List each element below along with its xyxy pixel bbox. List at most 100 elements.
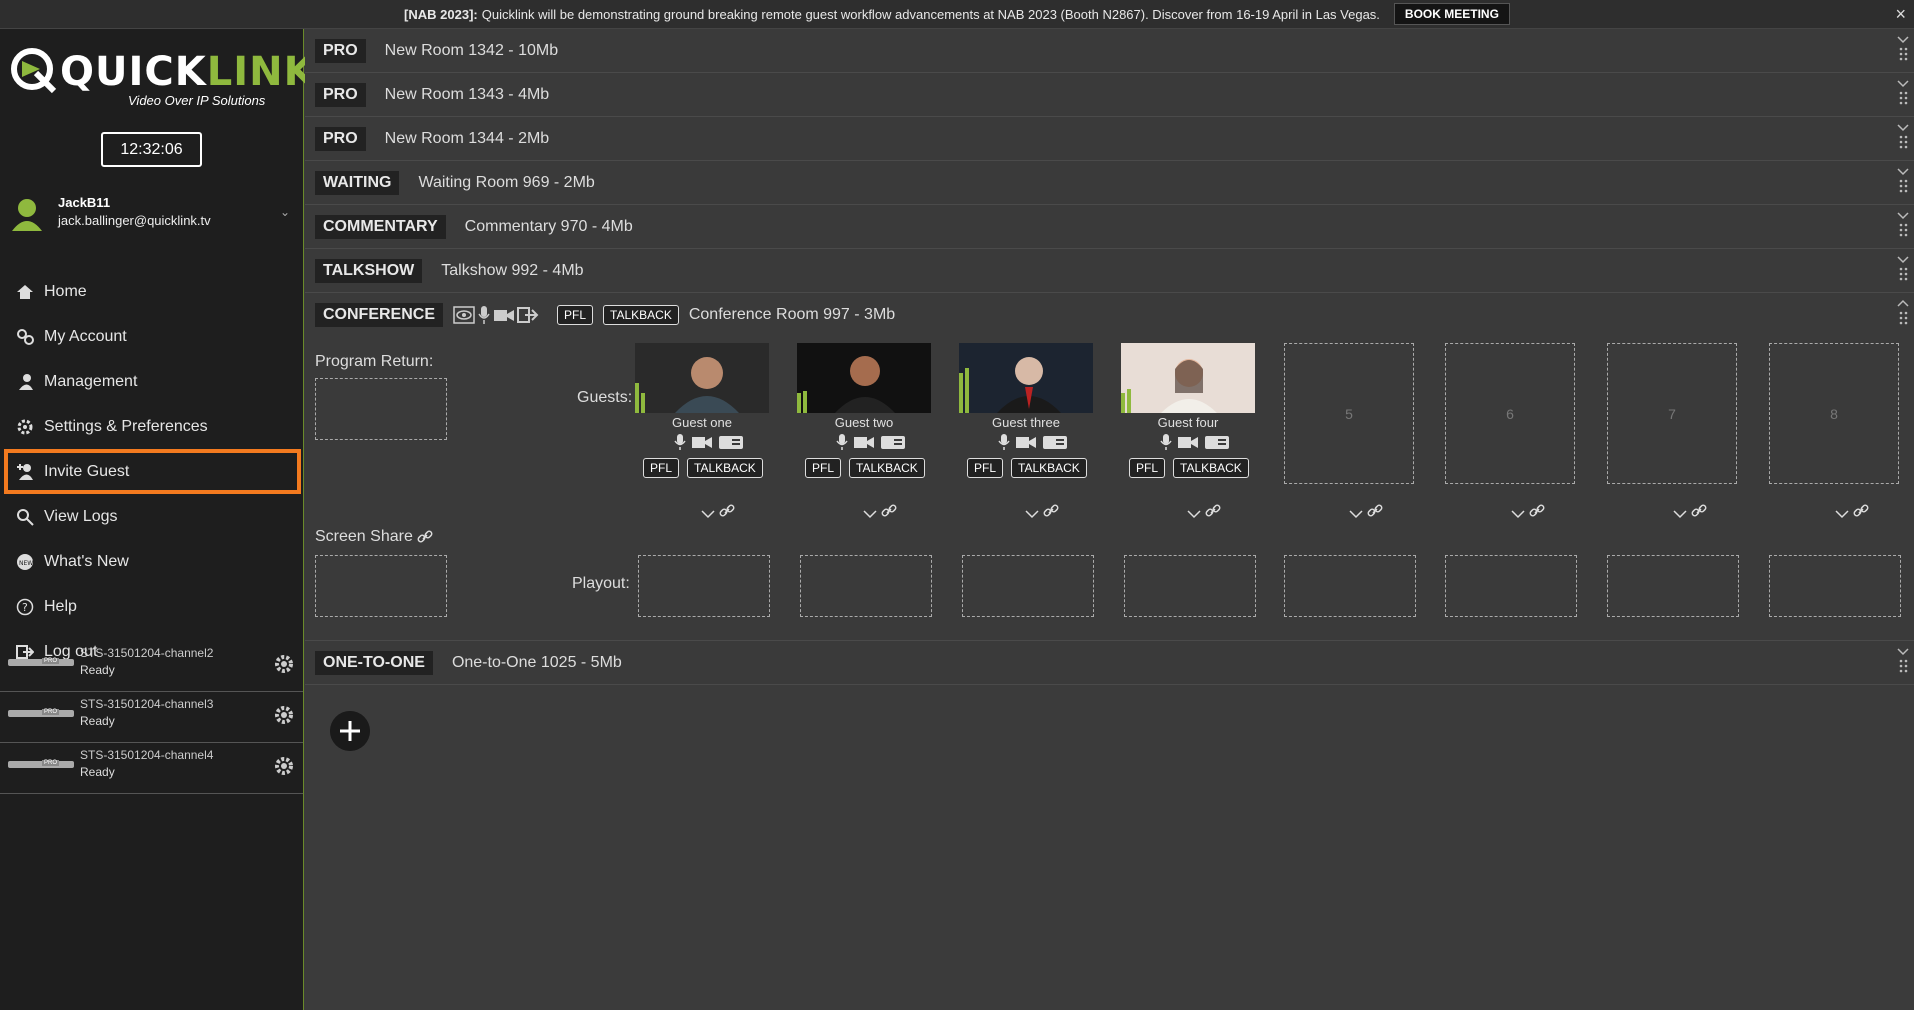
link-icon[interactable]: [719, 503, 735, 519]
expand-chevron-icon[interactable]: [1896, 253, 1910, 289]
user-profile[interactable]: JackB11 jack.ballinger@quicklink.tv ⌄: [10, 195, 295, 239]
room-type-badge: WAITING: [315, 170, 400, 195]
expand-chevron-icon[interactable]: [1896, 77, 1910, 113]
eye-icon[interactable]: [453, 305, 475, 325]
channel-level-bar: PRO: [8, 760, 74, 768]
sidebar-item-help[interactable]: ? Help: [0, 584, 303, 629]
channel-row[interactable]: PRO STS-31501204-channel4 Ready: [0, 743, 303, 794]
book-meeting-button[interactable]: BOOK MEETING: [1393, 3, 1510, 25]
pfl-button[interactable]: PFL: [557, 305, 594, 325]
microphone-icon[interactable]: [1159, 433, 1173, 451]
conference-header[interactable]: CONFERENCE PFL TALKBACK Conference Room …: [305, 293, 1914, 337]
link-icon[interactable]: [1853, 503, 1869, 519]
empty-guest-slot[interactable]: 6: [1445, 343, 1575, 484]
camera-icon[interactable]: [493, 305, 515, 325]
sidebar-item-invite-guest[interactable]: Invite Guest: [4, 449, 301, 494]
microphone-icon[interactable]: [835, 433, 849, 451]
guest-video[interactable]: [635, 343, 769, 413]
room-row[interactable]: ONE-TO-ONE One-to-One 1025 - 5Mb: [305, 641, 1914, 685]
playout-slot[interactable]: [1607, 555, 1739, 617]
microphone-icon[interactable]: [477, 305, 491, 325]
playout-slot[interactable]: [1284, 555, 1416, 617]
sidebar-item-management[interactable]: Management: [0, 359, 303, 404]
guest-pfl-button[interactable]: PFL: [967, 458, 1004, 478]
expand-chevron-icon[interactable]: [1896, 165, 1910, 201]
gear-icon[interactable]: [273, 704, 295, 726]
expand-chevron-icon[interactable]: [1896, 645, 1910, 681]
sidebar-item-my-account[interactable]: My Account: [0, 314, 303, 359]
screen-share-slot[interactable]: [315, 555, 447, 617]
link-icon[interactable]: [1043, 503, 1059, 519]
chevron-down-icon[interactable]: [1025, 509, 1039, 519]
playout-slot[interactable]: [800, 555, 932, 617]
empty-guest-slot[interactable]: 5: [1284, 343, 1414, 484]
guest-talkback-button[interactable]: TALKBACK: [1011, 458, 1087, 478]
playout-slot[interactable]: [1769, 555, 1901, 617]
banner-close-icon[interactable]: ×: [1895, 4, 1906, 25]
chevron-down-icon[interactable]: [1673, 509, 1687, 519]
guest-video[interactable]: [959, 343, 1093, 413]
chat-icon[interactable]: [880, 433, 906, 451]
room-row[interactable]: PRO New Room 1344 - 2Mb: [305, 117, 1914, 161]
guest-pfl-button[interactable]: PFL: [1129, 458, 1166, 478]
playout-slot[interactable]: [638, 555, 770, 617]
empty-guest-slot[interactable]: 7: [1607, 343, 1737, 484]
link-icon[interactable]: [1205, 503, 1221, 519]
sidebar-item-home[interactable]: Home: [0, 269, 303, 314]
guest-video[interactable]: [1121, 343, 1255, 413]
chevron-down-icon[interactable]: [701, 509, 715, 519]
room-row[interactable]: COMMENTARY Commentary 970 - 4Mb: [305, 205, 1914, 249]
guest-controls: [997, 433, 1068, 456]
exit-icon[interactable]: [517, 305, 539, 325]
chevron-down-icon[interactable]: [1511, 509, 1525, 519]
chevron-down-icon[interactable]: [863, 509, 877, 519]
guest-talkback-button[interactable]: TALKBACK: [849, 458, 925, 478]
camera-icon[interactable]: [853, 433, 875, 451]
guest-talkback-button[interactable]: TALKBACK: [687, 458, 763, 478]
channel-row[interactable]: PRO STS-31501204-channel3 Ready: [0, 692, 303, 743]
link-icon[interactable]: [1691, 503, 1707, 519]
chat-icon[interactable]: [1204, 433, 1230, 451]
expand-chevron-icon[interactable]: [1896, 121, 1910, 157]
link-icon[interactable]: [1367, 503, 1383, 519]
chevron-down-icon[interactable]: [1187, 509, 1201, 519]
sidebar-item-settings[interactable]: Settings & Preferences: [0, 404, 303, 449]
expand-chevron-icon[interactable]: [1896, 33, 1910, 69]
guest-video[interactable]: [797, 343, 931, 413]
guest-pfl-button[interactable]: PFL: [805, 458, 842, 478]
microphone-icon[interactable]: [997, 433, 1011, 451]
chat-icon[interactable]: [1042, 433, 1068, 451]
link-icon[interactable]: [417, 529, 433, 545]
channel-row[interactable]: PRO STS-31501204-channel2 Ready: [0, 641, 303, 692]
collapse-chevron-icon[interactable]: [1896, 297, 1910, 333]
program-return-slot[interactable]: [315, 378, 447, 440]
playout-slot[interactable]: [1445, 555, 1577, 617]
gear-icon[interactable]: [273, 755, 295, 777]
chat-icon[interactable]: [718, 433, 744, 451]
sidebar-item-view-logs[interactable]: View Logs: [0, 494, 303, 539]
guest-talkback-button[interactable]: TALKBACK: [1173, 458, 1249, 478]
chevron-down-icon[interactable]: [1349, 509, 1363, 519]
room-row[interactable]: TALKSHOW Talkshow 992 - 4Mb: [305, 249, 1914, 293]
room-row[interactable]: WAITING Waiting Room 969 - 2Mb: [305, 161, 1914, 205]
guest-buttons: PFL TALKBACK: [643, 458, 763, 478]
gear-icon[interactable]: [273, 653, 295, 675]
sidebar-item-whats-new[interactable]: NEW What's New: [0, 539, 303, 584]
guest-pfl-button[interactable]: PFL: [643, 458, 680, 478]
add-room-button[interactable]: [330, 711, 370, 751]
talkback-button[interactable]: TALKBACK: [603, 305, 679, 325]
camera-icon[interactable]: [1177, 433, 1199, 451]
room-row[interactable]: PRO New Room 1343 - 4Mb: [305, 73, 1914, 117]
camera-icon[interactable]: [691, 433, 713, 451]
empty-guest-slot[interactable]: 8: [1769, 343, 1899, 484]
camera-icon[interactable]: [1015, 433, 1037, 451]
room-row[interactable]: PRO New Room 1342 - 10Mb: [305, 29, 1914, 73]
microphone-icon[interactable]: [673, 433, 687, 451]
link-icon[interactable]: [1529, 503, 1545, 519]
chevron-down-icon[interactable]: [1835, 509, 1849, 519]
link-icon[interactable]: [881, 503, 897, 519]
playout-slot[interactable]: [962, 555, 1094, 617]
expand-chevron-icon[interactable]: [1896, 209, 1910, 245]
chevron-down-icon[interactable]: ⌄: [280, 205, 290, 219]
playout-slot[interactable]: [1124, 555, 1256, 617]
